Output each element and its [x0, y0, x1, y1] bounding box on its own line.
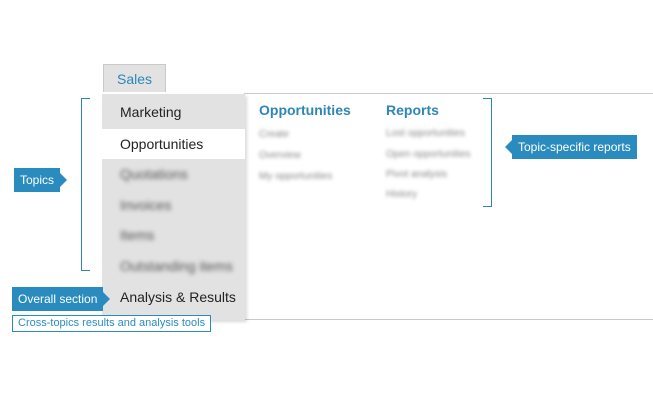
sidebar-item-analysis-results[interactable]: Analysis & Results: [102, 282, 245, 312]
reports-link-history[interactable]: History: [386, 189, 417, 200]
topic-reports-callout-label: Topic-specific reports: [518, 140, 631, 154]
topics-bracket: [81, 98, 90, 271]
callout-arrow-icon: [60, 173, 67, 187]
sidebar-item-marketing[interactable]: Marketing: [102, 97, 245, 127]
sidebar-item-quotations[interactable]: Quotations: [102, 159, 245, 189]
reports-link-pivot-analysis[interactable]: Pivot analysis: [386, 169, 447, 180]
opportunities-link-overview[interactable]: Overview: [259, 150, 301, 161]
cross-topics-note: Cross-topics results and analysis tools: [12, 315, 212, 332]
opportunities-link-create[interactable]: Create: [259, 129, 289, 140]
overall-section-callout-label: Overall section: [18, 292, 98, 306]
topic-reports-callout: Topic-specific reports: [505, 135, 637, 159]
callout-arrow-icon: [505, 140, 512, 154]
topics-callout: Topics: [14, 168, 67, 192]
topics-sidebar: Marketing Opportunities Quotations Invoi…: [102, 94, 245, 320]
sidebar-item-outstanding-items[interactable]: Outstanding items: [102, 251, 245, 281]
sidebar-item-opportunities[interactable]: Opportunities: [102, 129, 245, 159]
reports-column-title: Reports: [386, 102, 439, 118]
reports-link-lost-opportunities[interactable]: Lost opportunities: [386, 128, 465, 139]
opportunities-column-title: Opportunities: [259, 102, 351, 118]
sidebar-item-items[interactable]: Items: [102, 220, 245, 250]
topics-callout-label: Topics: [20, 173, 55, 187]
reports-bracket: [483, 98, 492, 207]
tab-sales[interactable]: Sales: [103, 64, 166, 92]
overall-section-callout: Overall section: [12, 287, 111, 311]
opportunities-link-my-opportunities[interactable]: My opportunities: [259, 171, 332, 182]
callout-arrow-icon: [103, 292, 111, 306]
sidebar-item-invoices[interactable]: Invoices: [102, 190, 245, 220]
reports-link-open-opportunities[interactable]: Open opportunities: [386, 149, 471, 160]
